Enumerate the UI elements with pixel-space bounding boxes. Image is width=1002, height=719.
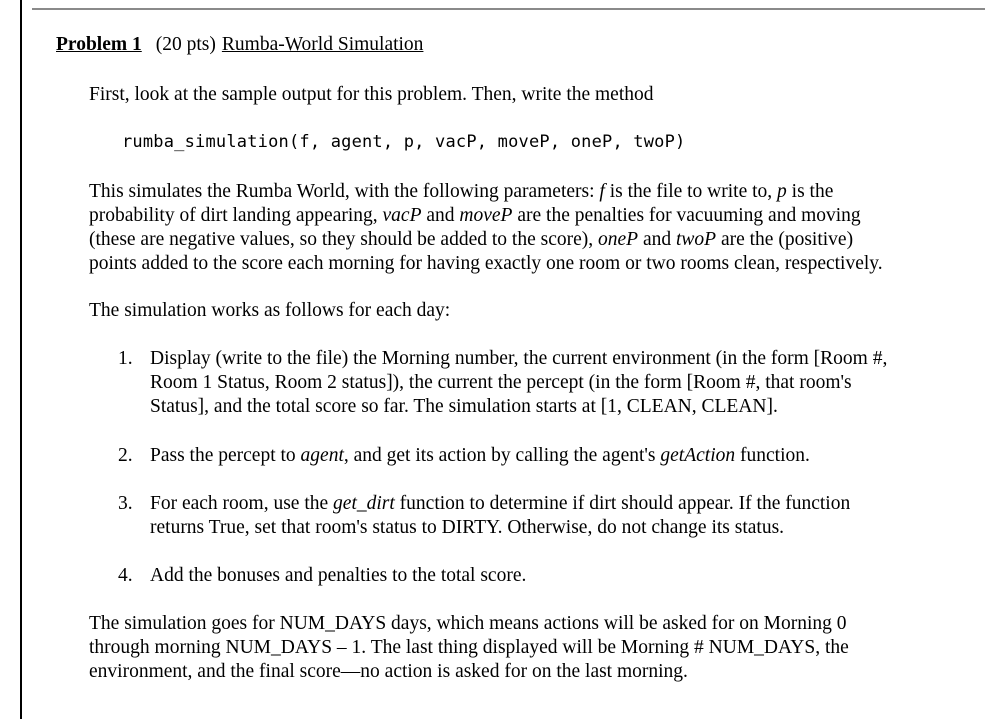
italic-term: p <box>777 181 787 202</box>
step-text: Add the bonuses and penalties to the tot… <box>150 564 526 588</box>
italic-term: agent <box>300 445 344 466</box>
italic-term: vacP <box>382 205 422 226</box>
text-line: Status], and the total score so far. The… <box>150 396 778 417</box>
problem-heading: Problem 1 (20 pts) Rumba-World Simulation <box>56 34 423 56</box>
text-line: probability of dirt landing appearing, v… <box>89 205 861 226</box>
text-line: Pass the percept to agent, and get its a… <box>150 445 810 466</box>
italic-term: twoP <box>675 229 717 250</box>
problem-title: Rumba-World Simulation <box>221 34 424 55</box>
problem-number: Problem 1 <box>56 34 142 55</box>
italic-term: f <box>599 181 605 202</box>
text-line: (these are negative values, so they shou… <box>89 229 854 250</box>
text-line: Add the bonuses and penalties to the tot… <box>150 565 527 586</box>
parameters-paragraph: This simulates the Rumba World, with the… <box>89 180 883 276</box>
text-line: The simulation goes for NUM_DAYS days, w… <box>89 613 847 634</box>
section-divider <box>32 8 985 10</box>
step-text: For each room, use the get_dirt function… <box>150 492 850 540</box>
text-line: environment, and the final score—no acti… <box>89 661 688 682</box>
problem-points: (20 pts) <box>155 34 216 55</box>
step-text: Display (write to the file) the Morning … <box>150 347 887 419</box>
italic-term: getAction <box>660 445 736 466</box>
text-line: Room 1 Status, Room 2 status]), the curr… <box>150 372 852 393</box>
text-line: For each room, use the get_dirt function… <box>150 493 851 514</box>
text-line: This simulates the Rumba World, with the… <box>89 181 834 202</box>
text-line: returns True, set that room's status to … <box>150 517 785 538</box>
closing-paragraph: The simulation goes for NUM_DAYS days, w… <box>89 612 849 684</box>
step-number: 1. <box>118 348 133 369</box>
text-line: Display (write to the file) the Morning … <box>150 348 888 369</box>
step-number: 4. <box>118 565 133 586</box>
italic-term: get_dirt <box>333 493 395 514</box>
text-line: through morning NUM_DAYS – 1. The last t… <box>89 637 849 658</box>
step-number: 3. <box>118 493 133 514</box>
text-line: points added to the score each morning f… <box>89 253 883 274</box>
step-number: 2. <box>118 445 133 466</box>
method-signature: rumba_simulation(f, agent, p, vacP, move… <box>122 132 686 152</box>
steps-intro: The simulation works as follows for each… <box>89 300 451 321</box>
intro-paragraph: First, look at the sample output for thi… <box>89 84 654 105</box>
page-left-border <box>20 0 22 719</box>
italic-term: moveP <box>459 205 513 226</box>
italic-term: oneP <box>598 229 639 250</box>
step-text: Pass the percept to agent, and get its a… <box>150 444 810 468</box>
